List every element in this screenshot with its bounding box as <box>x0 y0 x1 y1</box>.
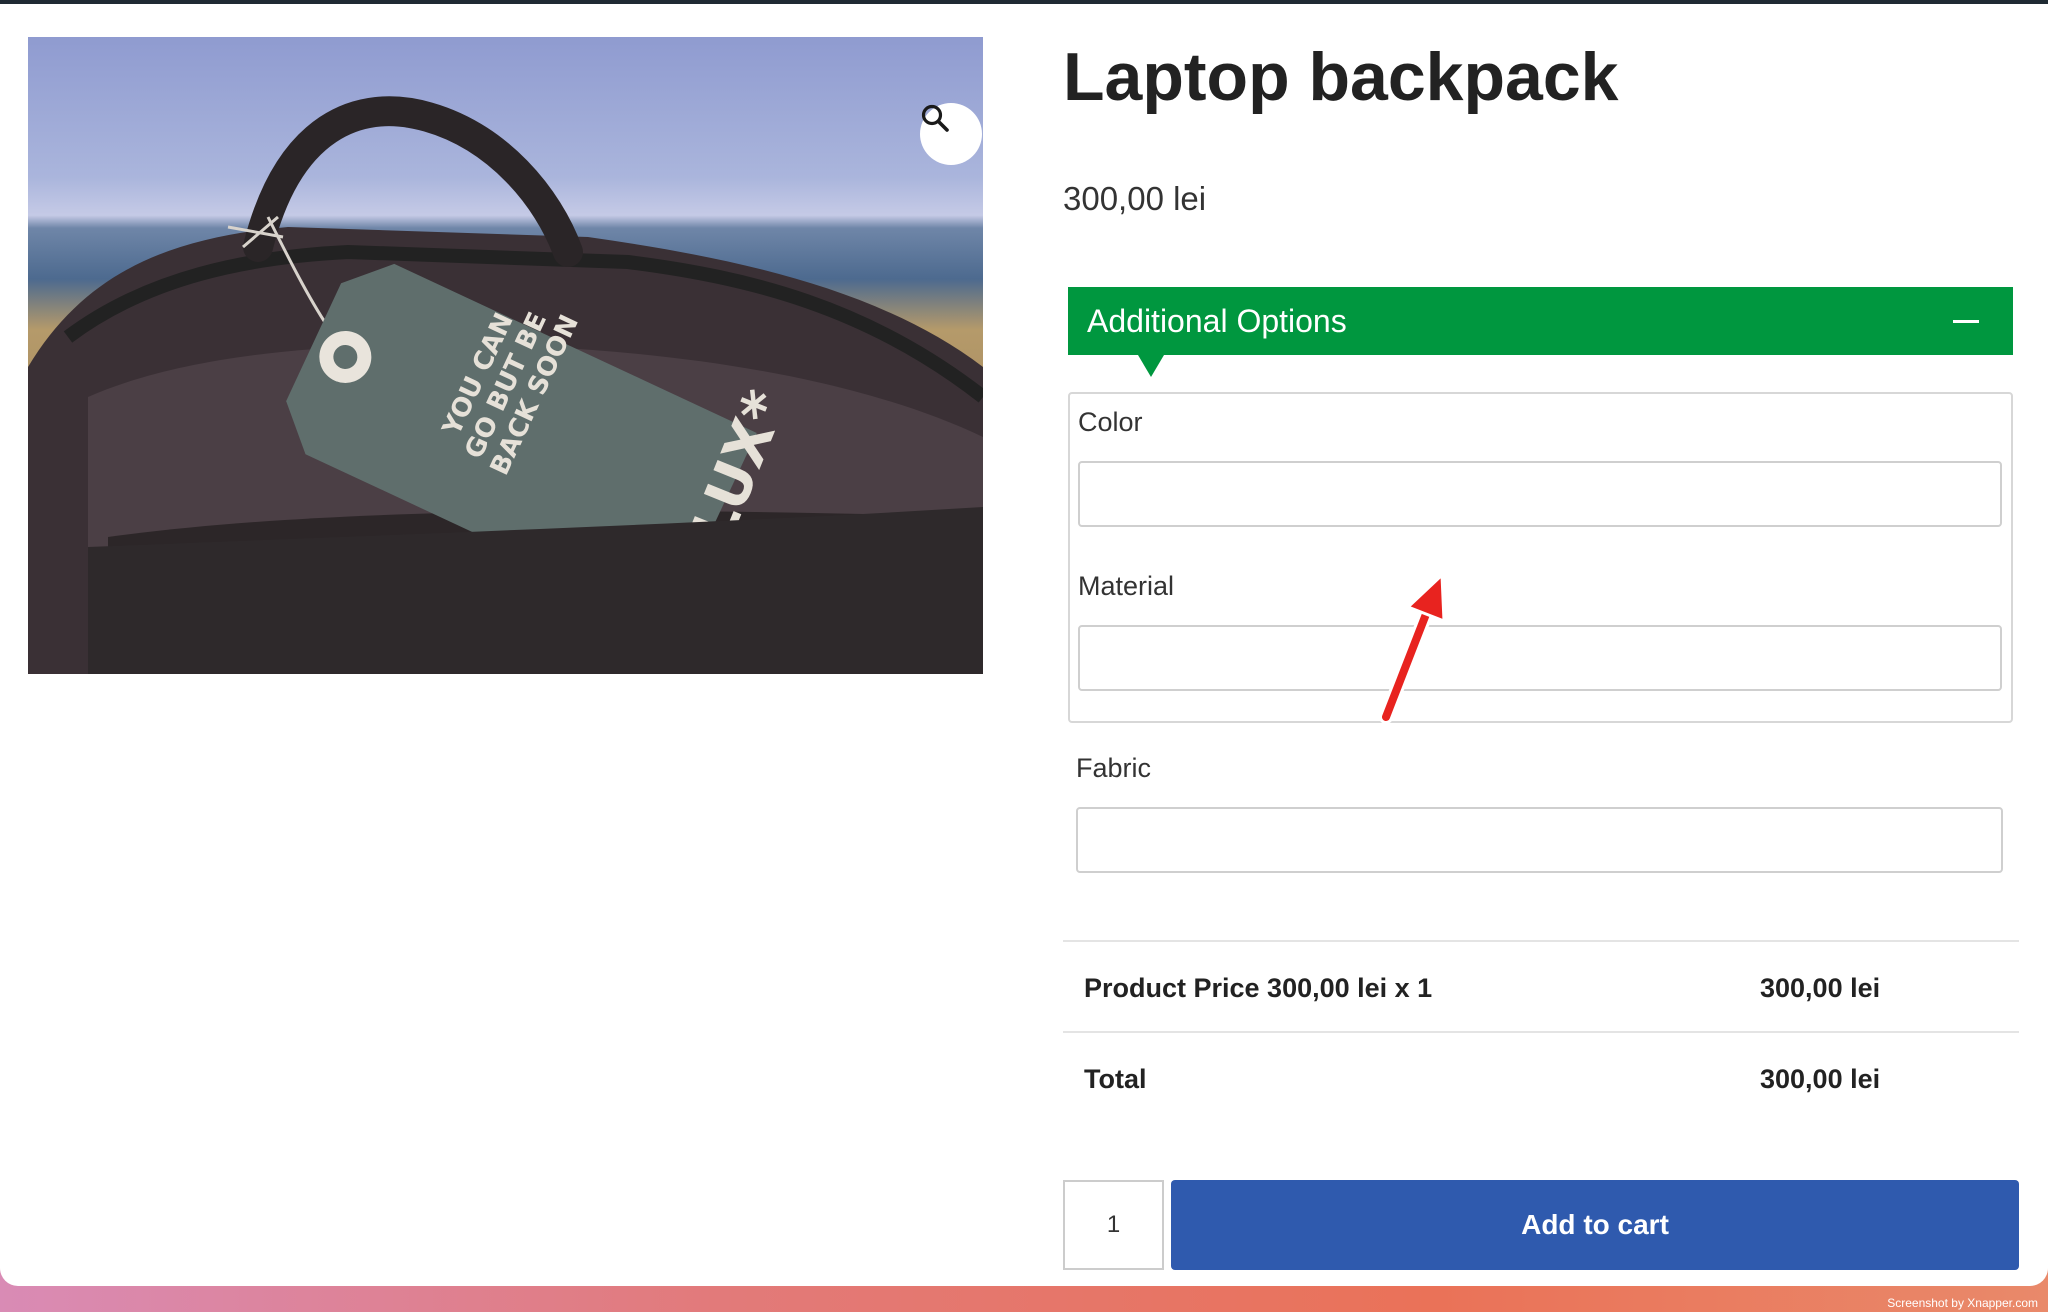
totals-divider-top <box>1063 940 2019 942</box>
additional-options-toggle[interactable]: Additional Options <box>1068 287 2013 377</box>
magnifier-icon <box>921 104 949 132</box>
browser-window: YOU CAN GO BUT BE BACK SOON LUX* Laptop … <box>0 4 2048 1286</box>
color-input[interactable] <box>1078 461 2002 527</box>
minus-icon <box>1953 320 1979 323</box>
zoom-button[interactable] <box>920 103 982 165</box>
backpack-photo: YOU CAN GO BUT BE BACK SOON LUX* <box>28 96 983 674</box>
quantity-input[interactable]: 1 <box>1063 1180 1164 1270</box>
fabric-input[interactable] <box>1076 807 2003 873</box>
header-pointer <box>1138 355 1164 377</box>
product-price: 300,00 lei <box>1063 180 1207 217</box>
fabric-label: Fabric <box>1076 753 1152 783</box>
product-price-row-label: Product Price 300,00 lei x 1 <box>1084 973 1433 1003</box>
product-title: Laptop backpack <box>1063 39 1619 115</box>
additional-options-title: Additional Options <box>1087 303 1347 339</box>
red-arrow-icon <box>1379 573 1446 724</box>
total-row-label: Total <box>1084 1064 1147 1094</box>
color-label: Color <box>1078 407 1143 437</box>
material-input[interactable] <box>1078 625 2002 691</box>
totals-divider-middle <box>1063 1031 2019 1033</box>
add-to-cart-button[interactable]: Add to cart <box>1171 1180 2019 1270</box>
screenshot-credit: Screenshot by Xnapper.com <box>1887 1296 2038 1310</box>
total-row-value: 300,00 lei <box>1760 1064 1881 1094</box>
material-label: Material <box>1078 571 1175 601</box>
product-price-row-value: 300,00 lei <box>1760 973 1881 1003</box>
product-image: YOU CAN GO BUT BE BACK SOON LUX* <box>28 37 983 674</box>
